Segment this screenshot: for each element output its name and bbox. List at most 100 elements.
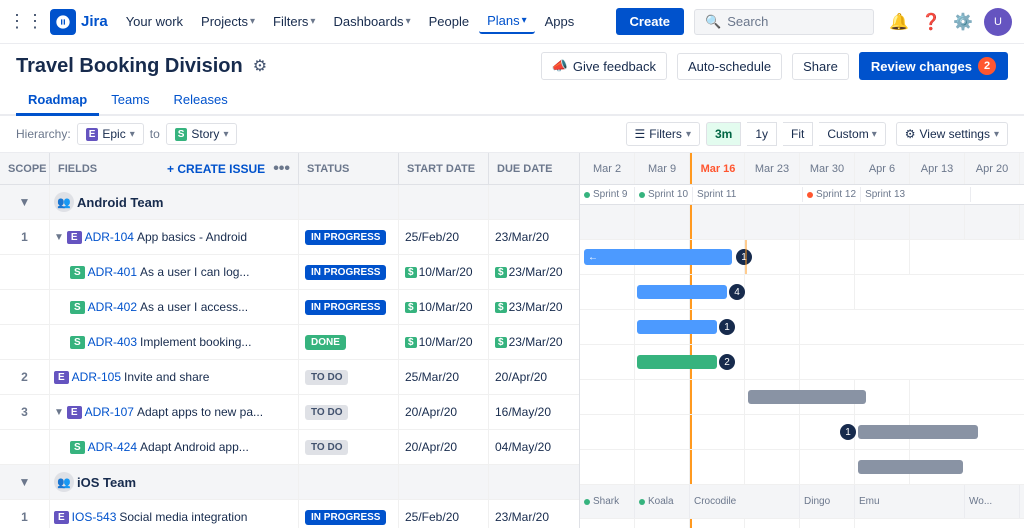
content-area: SCOPE FIELDS + Create issue ••• Status S… bbox=[0, 153, 1024, 528]
logo-text: Jira bbox=[81, 13, 108, 30]
filter-icon: ☰ bbox=[635, 127, 646, 141]
view-1y[interactable]: 1y bbox=[747, 122, 777, 146]
adr-105-row: 2 E ADR-105 Invite and share TO DO 25/Ma… bbox=[0, 360, 579, 395]
view-3m[interactable]: 3m bbox=[706, 122, 741, 146]
ios-543-type-icon: E bbox=[54, 511, 69, 524]
adr-403-start-dollar: $ bbox=[405, 337, 417, 348]
adr-401-status: IN PROGRESS bbox=[305, 265, 386, 280]
topnav: ⋮⋮ Jira Your work Projects▾ Filters▾ Das… bbox=[0, 0, 1024, 44]
feedback-button[interactable]: 📣 Give feedback bbox=[541, 52, 667, 80]
adr-424-key[interactable]: ADR-424 bbox=[88, 440, 137, 454]
adr-401-title: As a user I can log... bbox=[140, 265, 249, 279]
adr-402-type-icon: S bbox=[70, 301, 85, 314]
gantt-date-mar23: Mar 23 bbox=[745, 153, 800, 184]
android-team-row: ▼ 👥 Android Team bbox=[0, 185, 579, 220]
adr-104-type-icon: E bbox=[67, 231, 82, 244]
adr-403-row: S ADR-403 Implement booking... DONE $10/… bbox=[0, 325, 579, 360]
search-icon: 🔍 bbox=[705, 14, 721, 30]
gantt-date-apr27: Apr 27 bbox=[1020, 153, 1024, 184]
create-issue-btn[interactable]: + Create issue bbox=[167, 162, 265, 176]
gantt-date-header: Mar 2 Mar 9 Mar 16 Mar 23 Mar 30 Apr 6 A… bbox=[580, 153, 1024, 185]
adr-107-chevron[interactable]: ▼ bbox=[54, 407, 64, 418]
tabs: Roadmap Teams Releases bbox=[0, 82, 1024, 116]
adr-403-due-dollar: $ bbox=[495, 337, 507, 348]
status-header: Status bbox=[299, 153, 399, 184]
page-settings-icon[interactable]: ⚙ bbox=[253, 56, 267, 76]
fields-more-icon[interactable]: ••• bbox=[273, 160, 290, 178]
adr-401-due-dollar: $ bbox=[495, 267, 507, 278]
tab-releases[interactable]: Releases bbox=[162, 86, 240, 114]
settings-icon[interactable]: ⚙️ bbox=[948, 7, 978, 37]
adr-104-key[interactable]: ADR-104 bbox=[85, 230, 134, 244]
tab-roadmap[interactable]: Roadmap bbox=[16, 86, 99, 116]
shark-sprint: Shark bbox=[580, 485, 635, 518]
adr-402-key[interactable]: ADR-402 bbox=[88, 300, 137, 314]
adr-424-title: Adapt Android app... bbox=[140, 440, 249, 454]
sprint-9: Sprint 9 bbox=[580, 187, 635, 202]
adr-104-chevron[interactable]: ▼ bbox=[54, 232, 64, 243]
table-body: ▼ 👥 Android Team 1 ▼ E ADR-104 bbox=[0, 185, 579, 528]
adr-403-title: Implement booking... bbox=[140, 335, 251, 349]
adr-401-key[interactable]: ADR-401 bbox=[88, 265, 137, 279]
create-button[interactable]: Create bbox=[616, 8, 684, 35]
due-header: Due date bbox=[489, 153, 579, 184]
help-icon[interactable]: ❓ bbox=[916, 7, 946, 37]
gantt-android-team bbox=[580, 205, 1024, 240]
adr-104-bar: ← 1 bbox=[584, 249, 732, 265]
review-badge: 2 bbox=[978, 57, 996, 75]
adr-424-row: S ADR-424 Adapt Android app... TO DO 20/… bbox=[0, 430, 579, 465]
ios-team-icon: 👥 bbox=[54, 472, 74, 492]
adr-105-key[interactable]: ADR-105 bbox=[72, 370, 121, 384]
adr-424-bar bbox=[858, 460, 963, 474]
android-team-name: Android Team bbox=[77, 195, 163, 210]
ios-543-key[interactable]: IOS-543 bbox=[72, 510, 117, 524]
dingo-sprint: Dingo bbox=[800, 485, 855, 518]
notifications-icon[interactable]: 🔔 bbox=[884, 7, 914, 37]
nav-dashboards[interactable]: Dashboards▾ bbox=[325, 10, 418, 33]
gantt-adr-402: 1 bbox=[580, 310, 1024, 345]
adr-402-bar: 1 bbox=[637, 320, 717, 334]
filters-button[interactable]: ☰ Filters ▾ bbox=[626, 122, 700, 146]
gantt-date-apr20: Apr 20 bbox=[965, 153, 1020, 184]
jira-logo[interactable]: Jira bbox=[50, 9, 108, 35]
adr-402-bar-num: 1 bbox=[719, 319, 735, 335]
gantt-body: Sprint 9 Sprint 10 Sprint 11 Sprint 12 bbox=[580, 185, 1024, 528]
wo-sprint: Wo... bbox=[965, 485, 1020, 518]
gantt-panel: Mar 2 Mar 9 Mar 16 Mar 23 Mar 30 Apr 6 A… bbox=[580, 153, 1024, 528]
nav-apps[interactable]: Apps bbox=[537, 10, 583, 33]
tab-teams[interactable]: Teams bbox=[99, 86, 161, 114]
grid-icon[interactable]: ⋮⋮ bbox=[12, 8, 40, 36]
gantt-date-apr6: Apr 6 bbox=[855, 153, 910, 184]
android-sprint-row: Sprint 9 Sprint 10 Sprint 11 Sprint 12 bbox=[580, 185, 1024, 205]
adr-402-start-dollar: $ bbox=[405, 302, 417, 313]
nav-plans[interactable]: Plans▾ bbox=[479, 9, 535, 34]
view-fit[interactable]: Fit bbox=[783, 122, 813, 146]
nav-projects[interactable]: Projects▾ bbox=[193, 10, 263, 33]
subheader: Travel Booking Division ⚙ 📣 Give feedbac… bbox=[0, 44, 1024, 80]
adr-107-key[interactable]: ADR-107 bbox=[85, 405, 134, 419]
column-headers: SCOPE FIELDS + Create issue ••• Status S… bbox=[0, 153, 579, 185]
user-avatar[interactable]: U bbox=[984, 8, 1012, 36]
adr-107-type-icon: E bbox=[67, 406, 82, 419]
ios-chevron[interactable]: ▼ bbox=[19, 475, 31, 489]
hierarchy-to[interactable]: S Story ▾ bbox=[166, 123, 238, 145]
adr-105-status: TO DO bbox=[305, 370, 348, 385]
adr-401-type-icon: S bbox=[70, 266, 85, 279]
autoschedule-button[interactable]: Auto-schedule bbox=[677, 53, 782, 80]
gantt-adr-403: 2 bbox=[580, 345, 1024, 380]
android-chevron[interactable]: ▼ bbox=[19, 195, 31, 209]
share-button[interactable]: Share bbox=[792, 53, 849, 80]
hierarchy-from[interactable]: E Epic ▾ bbox=[77, 123, 144, 145]
search-box[interactable]: 🔍 Search bbox=[694, 9, 874, 35]
gantt-date-mar16: Mar 16 bbox=[690, 153, 745, 184]
adr-401-start-dollar: $ bbox=[405, 267, 417, 278]
nav-people[interactable]: People bbox=[421, 10, 477, 33]
review-changes-button[interactable]: Review changes 2 bbox=[859, 52, 1008, 80]
adr-424-status: TO DO bbox=[305, 440, 348, 455]
emu-sprint: Emu bbox=[855, 485, 965, 518]
nav-filters[interactable]: Filters▾ bbox=[265, 10, 323, 33]
view-custom[interactable]: Custom ▾ bbox=[819, 122, 885, 146]
nav-your-work[interactable]: Your work bbox=[118, 10, 191, 33]
adr-403-key[interactable]: ADR-403 bbox=[88, 335, 137, 349]
view-settings-button[interactable]: ⚙ View settings ▾ bbox=[896, 122, 1008, 146]
